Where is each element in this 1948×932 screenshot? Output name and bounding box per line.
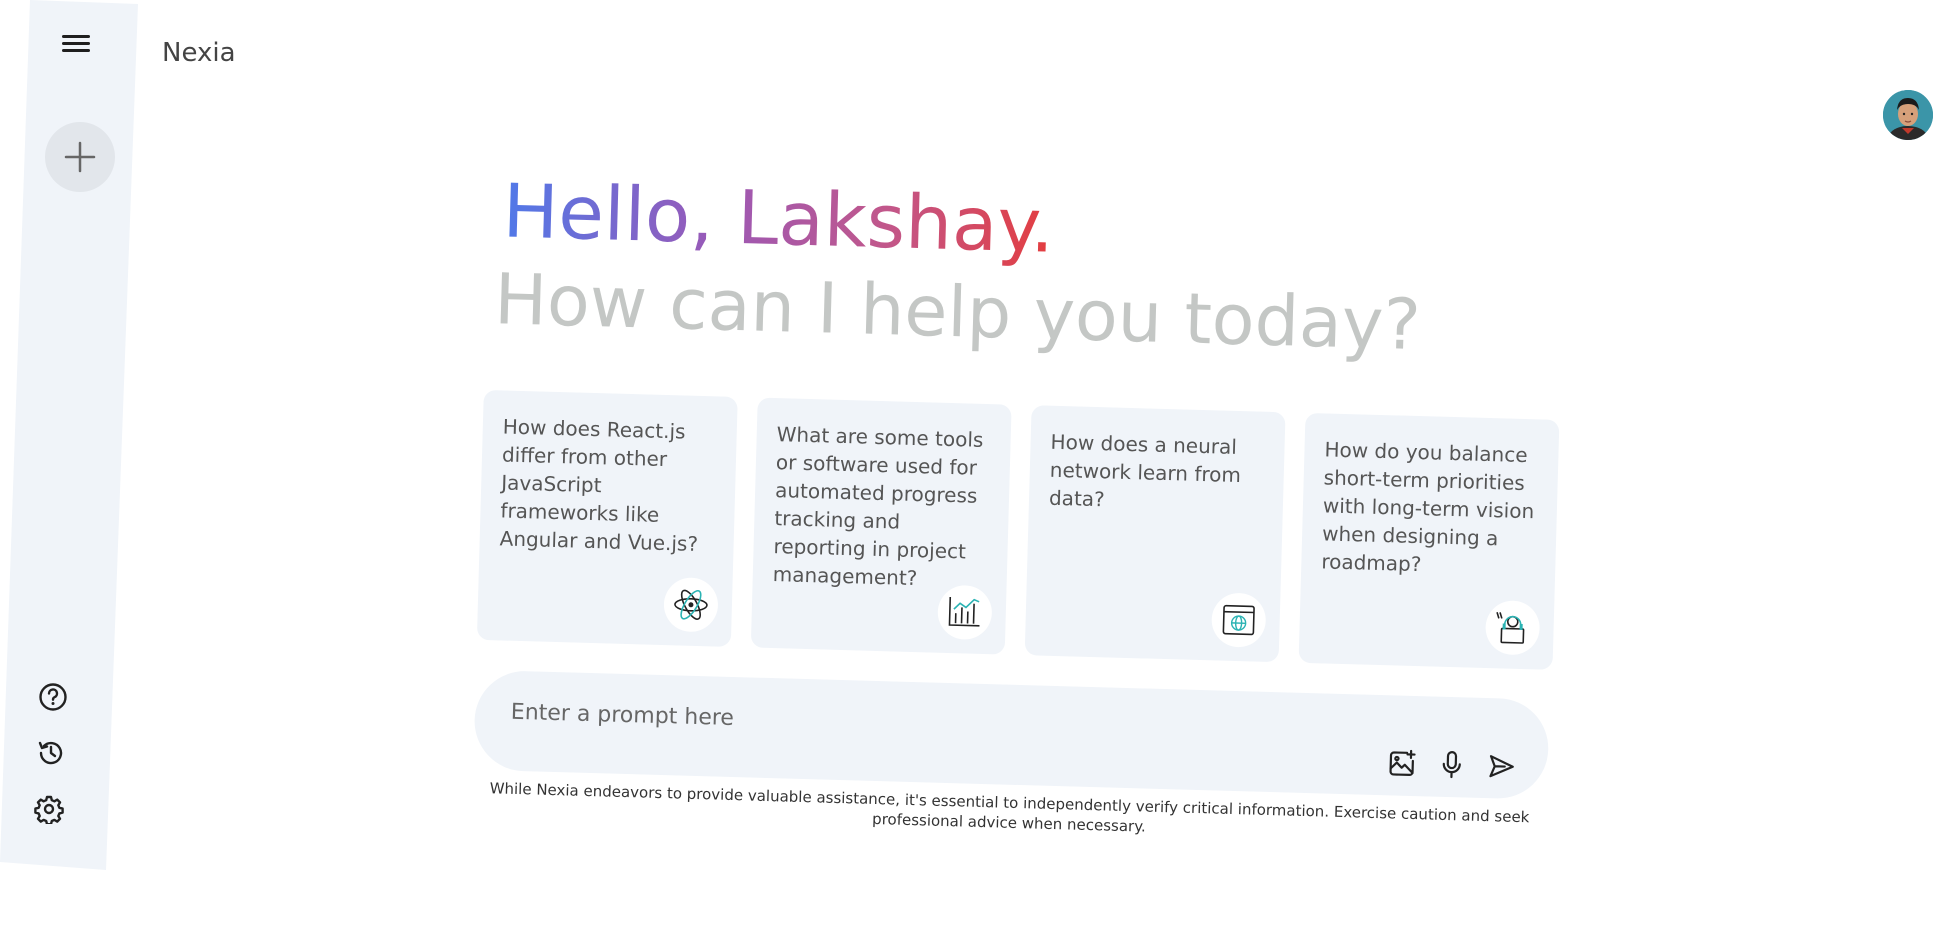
chart-icon: [937, 584, 993, 641]
plus-icon: [64, 141, 96, 173]
suggestion-card[interactable]: How does a neural network learn from dat…: [1024, 405, 1286, 663]
settings-icon: [34, 795, 64, 824]
atom-icon: [663, 577, 719, 633]
app-window: Nexia Hello, Lakshay. How can I help you…: [0, 0, 1948, 932]
new-chat-button[interactable]: [45, 122, 115, 192]
prompt-actions: [1385, 747, 1518, 783]
voice-input-button[interactable]: [1435, 749, 1468, 782]
headset-user-icon: [1484, 599, 1541, 656]
image-add-icon: [1389, 749, 1416, 777]
greeting-subtitle: How can I help you today?: [493, 258, 1422, 367]
app-title: Nexia: [162, 38, 236, 68]
suggestion-cards: How does React.js differ from other Java…: [476, 389, 1564, 670]
card-text: How does a neural network learn from dat…: [1048, 429, 1242, 512]
card-text: What are some tools or software used for…: [772, 422, 984, 591]
greeting-title: Hello, Lakshay.: [488, 168, 1060, 270]
upload-image-button[interactable]: [1385, 747, 1418, 780]
user-avatar[interactable]: [1883, 90, 1933, 140]
prompt-input[interactable]: [508, 692, 1314, 754]
menu-icon[interactable]: [62, 32, 92, 58]
history-icon: [38, 741, 63, 765]
prompt-bar: [473, 669, 1550, 800]
microphone-icon: [1442, 750, 1461, 779]
card-text: How do you balance short-term priorities…: [1321, 437, 1535, 577]
send-button[interactable]: [1485, 750, 1518, 783]
help-icon: [39, 683, 67, 711]
card-text: How does React.js differ from other Java…: [499, 414, 699, 556]
suggestion-card[interactable]: How do you balance short-term priorities…: [1298, 412, 1560, 670]
send-icon: [1489, 755, 1514, 778]
suggestion-card[interactable]: How does React.js differ from other Java…: [476, 389, 738, 647]
globe-window-icon: [1210, 592, 1267, 648]
settings-button[interactable]: [32, 792, 66, 826]
main-content: Hello, Lakshay. How can I help you today…: [472, 168, 1570, 848]
help-button[interactable]: [36, 680, 70, 714]
history-button[interactable]: [34, 736, 68, 770]
avatar-icon: [1883, 90, 1933, 140]
suggestion-card[interactable]: What are some tools or software used for…: [750, 397, 1012, 655]
